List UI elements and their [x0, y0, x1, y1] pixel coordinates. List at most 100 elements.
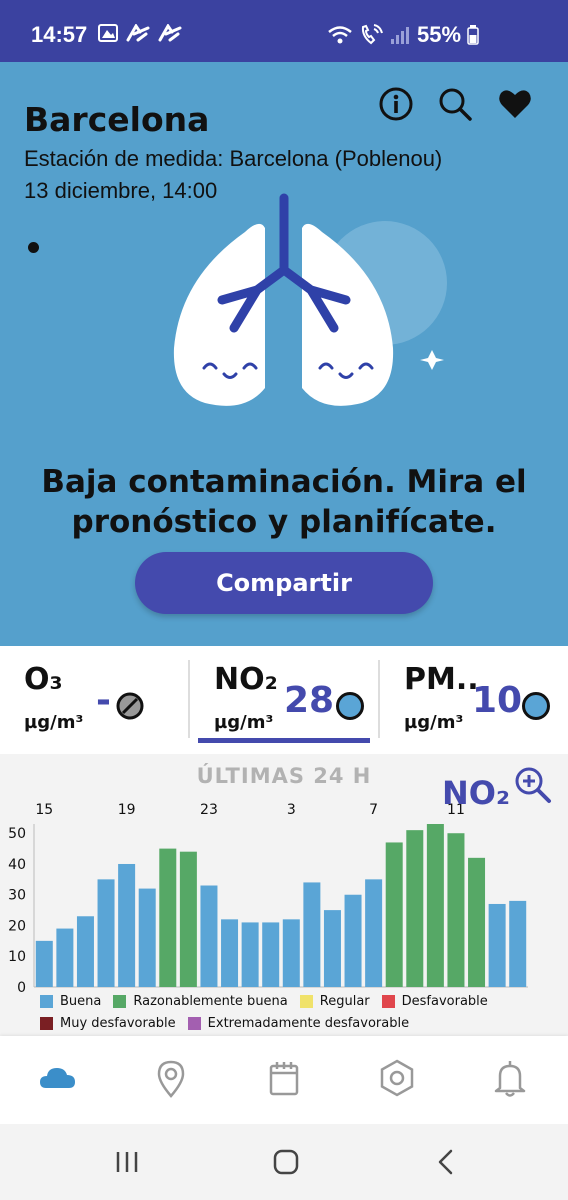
chart-bar [200, 885, 218, 987]
legend-item: Buena [40, 994, 101, 1009]
share-button[interactable]: Compartir [135, 552, 433, 614]
chart-bar [159, 848, 177, 987]
recent-apps-icon[interactable] [111, 1146, 143, 1178]
chart-bar [282, 919, 300, 987]
legend-item: Razonablemente buena [113, 993, 288, 1009]
y-tick-label: 40 [8, 857, 26, 873]
city-name: Barcelona [24, 100, 210, 139]
status-dot [522, 692, 550, 720]
wifi-icon [328, 26, 352, 44]
legend-item: Desfavorable [381, 994, 488, 1009]
legend-swatch [299, 994, 313, 1008]
chart-bar [138, 888, 156, 987]
chart-bar [262, 922, 280, 987]
status-dot [336, 692, 364, 720]
pollutant-value: 28 [284, 680, 335, 721]
chart-bar [385, 842, 403, 987]
pollutant-tabs: O₃ µg/m³ - NO₂ µg/m³ 28 PM.. µg/m³ 10 [0, 646, 568, 754]
zoom-in-icon[interactable] [514, 766, 552, 804]
legend-label: Razonablemente buena [133, 993, 288, 1009]
selected-tab-indicator [198, 738, 370, 743]
tab-o3[interactable]: O₃ µg/m³ - [24, 660, 184, 740]
legend-item: Extremadamente desfavorable [187, 1015, 410, 1031]
chart-bar [76, 916, 94, 987]
notification-icons [98, 24, 182, 42]
signal-icon [391, 27, 409, 44]
tab-no2[interactable]: NO₂ µg/m³ 28 [214, 660, 374, 740]
status-bar: 14:57 55% [0, 0, 568, 62]
chart-bar [406, 830, 424, 987]
status-time: 14:57 [31, 22, 88, 47]
legend-swatch [187, 1016, 201, 1030]
tab-divider [188, 660, 190, 738]
system-status-icons: 55% [327, 22, 479, 48]
image-notification-icon [98, 24, 118, 42]
map-pin-icon[interactable] [151, 1058, 191, 1098]
y-tick-label: 30 [8, 888, 26, 904]
legend-item: Muy desfavorable [40, 1016, 176, 1031]
happy-lungs-illustration [173, 193, 447, 406]
tab-divider [378, 660, 380, 738]
x-tick-label: 23 [200, 802, 218, 818]
bank-notification-icon-2 [158, 24, 182, 42]
x-tick-label: 19 [118, 802, 136, 818]
x-tick-label: 7 [369, 802, 378, 818]
settings-icon[interactable] [377, 1058, 417, 1098]
bottom-navigation [0, 1036, 568, 1124]
pollutant-unit: µg/m³ [24, 712, 84, 733]
pollutant-unit: µg/m³ [404, 712, 464, 733]
chart-bar [344, 894, 362, 987]
chart-bar [323, 910, 341, 987]
legend-swatch [381, 994, 395, 1008]
chart-bar [509, 900, 527, 987]
cloud-icon[interactable] [38, 1058, 78, 1098]
pollutant-unit: µg/m³ [214, 712, 274, 733]
call-icon [361, 24, 383, 45]
home-icon[interactable] [270, 1146, 302, 1178]
y-tick-label: 10 [8, 949, 26, 965]
chart-legend: Buena Razonablemente buena Regular Desfavor… [40, 990, 540, 1034]
bank-notification-icon [126, 24, 150, 42]
chart-bar [447, 833, 465, 987]
legend-swatch [40, 1016, 53, 1030]
pollutant-name: O₃ [24, 662, 63, 697]
legend-label: Buena [60, 993, 102, 1009]
legend-label: Muy desfavorable [60, 1015, 176, 1031]
x-tick-label: 15 [35, 802, 53, 818]
x-tick-label: 3 [287, 802, 296, 818]
info-icon[interactable] [378, 86, 414, 122]
pollutant-value: - [96, 680, 111, 721]
legend-item: Regular [299, 993, 370, 1009]
pollutant-name: NO₂ [214, 662, 278, 697]
search-icon[interactable] [437, 86, 473, 122]
chart-bar [241, 922, 259, 987]
y-tick-label: 50 [8, 826, 26, 842]
bell-icon[interactable] [490, 1058, 530, 1098]
history-chart-panel: 0 10 20 30 40 50 15 19 23 3 7 11 ÚLTIMAS 24 H NO₂ B… [0, 754, 568, 1036]
chart-bar [365, 879, 383, 987]
back-icon[interactable] [430, 1146, 462, 1178]
legend-swatch [113, 994, 127, 1008]
tab-pm[interactable]: PM.. µg/m³ 10 [404, 660, 564, 740]
chart-bar [56, 928, 74, 987]
pollutant-name: PM.. [404, 662, 479, 697]
pollutant-value: 10 [472, 680, 523, 721]
y-tick-label: 20 [8, 918, 26, 934]
chart-bar [221, 919, 239, 987]
chart-bar [303, 882, 321, 987]
battery-icon [467, 25, 479, 45]
no-data-icon [116, 692, 144, 720]
air-quality-hero: Barcelona Estación de medida: Barcelona … [0, 62, 568, 646]
chart-bar [179, 851, 197, 987]
legend-swatch [40, 994, 53, 1008]
y-tick-label: 0 [17, 980, 26, 996]
chart-bar [97, 879, 115, 987]
page-indicator-dot [28, 242, 39, 253]
chart-bar [468, 857, 486, 987]
battery-percent: 55% [417, 22, 462, 47]
calendar-icon[interactable] [264, 1058, 304, 1098]
legend-label: Extremadamente desfavorable [207, 1015, 410, 1031]
heart-icon[interactable] [497, 86, 533, 122]
legend-label: Regular [319, 993, 370, 1009]
air-quality-message: Baja contaminación. Mira el pronóstico y… [41, 464, 527, 540]
